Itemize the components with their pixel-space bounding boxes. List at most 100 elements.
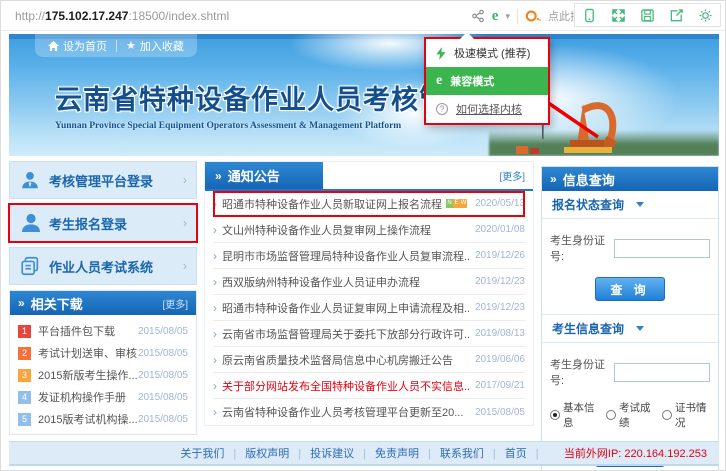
rank-badge: 5	[18, 413, 31, 426]
status-query-button[interactable]: 查 询	[595, 277, 665, 301]
notice-item[interactable]: 昆明市市场监督管理局特种设备作业人员复审流程... 2019/12/26	[213, 243, 525, 269]
share-icon[interactable]	[471, 9, 485, 23]
status-query-form: 考生身份证号: 查 询	[542, 219, 718, 315]
chevron-right-icon: ›	[183, 259, 187, 273]
divider	[517, 9, 518, 24]
download-item[interactable]: 1 平台插件包下载 2015/08/05	[18, 320, 188, 342]
footer-link-disclaimer[interactable]: 免责声明	[375, 445, 440, 461]
add-favorite-link[interactable]: ★ 加入收藏	[126, 38, 184, 54]
notices-tab[interactable]: » 通知公告	[205, 162, 323, 189]
chevron-right-icon: ›	[183, 173, 187, 187]
url-display[interactable]: http://175.102.17.247:18500/index.shtml	[15, 9, 229, 23]
exam-system-icon	[19, 255, 49, 277]
double-arrow-icon: »	[18, 296, 25, 310]
rank-badge: 4	[18, 391, 31, 404]
notices-header: » 通知公告 [更多]	[205, 162, 533, 191]
external-ip-display: 当前外网IP: 220.164.192.253	[564, 445, 707, 461]
notice-item[interactable]: 原云南省质量技术监督局信息中心机房搬迁公告 2019/06/06	[213, 347, 525, 373]
notice-item[interactable]: 西双版纳州特种设备作业人员证申办流程 2019/12/23	[213, 269, 525, 295]
query-panel: » 信息查询 报名状态查询 考生身份证号: 查 询 考生信息查询	[541, 166, 719, 471]
person-icon	[19, 211, 49, 235]
status-query-section-title[interactable]: 报名状态查询	[542, 191, 718, 219]
notices-more-link[interactable]: [更多]	[499, 168, 533, 183]
radio-unchecked-icon	[662, 410, 672, 420]
info-query-section-title[interactable]: 考生信息查询	[542, 315, 718, 343]
info-type-radio-group: 基本信息 考试成绩 证书情况	[550, 400, 710, 430]
chevron-right-icon: ›	[183, 216, 187, 230]
radio-unchecked-icon	[606, 410, 616, 420]
downloads-header: » 相关下载 [更多]	[10, 291, 196, 315]
rank-badge: 1	[18, 325, 31, 338]
status-id-input[interactable]	[614, 239, 710, 258]
downloads-more-link[interactable]: [更多]	[162, 296, 188, 311]
double-arrow-icon: »	[215, 169, 222, 183]
main-content: 考核管理平台登录 › 考生报名登录 › 作业人员考试系统 › »	[9, 161, 719, 471]
settings-gear-icon[interactable]	[691, 4, 720, 26]
set-home-link[interactable]: 设为首页	[48, 38, 107, 54]
login-button-candidate[interactable]: 考生报名登录 ›	[9, 204, 197, 242]
new-badge: NEW	[446, 199, 467, 208]
downloads-title: 相关下载	[31, 294, 83, 313]
ie-icon: e	[436, 73, 442, 89]
menu-item-speed-mode[interactable]: 极速模式 (推荐)	[426, 39, 548, 67]
notice-item[interactable]: 昭通市特种设备作业人员证复审网上申请流程及相... 2019/12/23	[213, 295, 525, 321]
chevron-down-icon	[636, 326, 644, 331]
info-id-input[interactable]	[614, 363, 710, 382]
kernel-mode-icon[interactable]: e	[492, 9, 499, 24]
site-footer: 关于我们 版权声明 投诉建议 免责声明 联系我们 首页 当前外网IP: 220.…	[9, 441, 719, 466]
login-button-exam-system[interactable]: 作业人员考试系统 ›	[9, 247, 197, 285]
footer-link-copyright[interactable]: 版权声明	[245, 445, 310, 461]
downloads-list: 1 平台插件包下载 2015/08/05 2 考试计划送审、审核 ... 201…	[10, 315, 196, 434]
login-button-admin[interactable]: 考核管理平台登录 ›	[9, 161, 197, 199]
app-window: http://175.102.17.247:18500/index.shtml …	[0, 0, 726, 471]
rank-badge: 2	[18, 347, 31, 360]
radio-certificate[interactable]: 证书情况	[662, 400, 710, 430]
radio-basic-info[interactable]: 基本信息	[550, 400, 598, 430]
save-icon[interactable]	[633, 4, 662, 26]
footer-link-contact[interactable]: 联系我们	[440, 445, 505, 461]
footer-link-complaint[interactable]: 投诉建议	[310, 445, 375, 461]
star-icon: ★	[126, 39, 136, 52]
downloads-panel: » 相关下载 [更多] 1 平台插件包下载 2015/08/05 2 考试计划送…	[9, 290, 197, 435]
chevron-down-icon	[636, 202, 644, 207]
download-item[interactable]: 2 考试计划送审、审核 ... 2015/08/05	[18, 342, 188, 364]
query-header: » 信息查询	[542, 167, 718, 191]
notice-item[interactable]: 云南省特种设备作业人员考核管理平台更新至20... 2015/08/05	[213, 399, 525, 425]
footer-link-about[interactable]: 关于我们	[180, 445, 245, 461]
mobile-view-icon[interactable]	[575, 4, 604, 26]
notice-item[interactable]: 关于部分网站发布全国特种设备作业人员不实信息... 2017/09/21	[213, 373, 525, 399]
menu-item-kernel-help[interactable]: ? 如何选择内核	[426, 95, 548, 123]
notices-column: » 通知公告 [更多] 昭通市特种设备作业人员新取证网上报名流程 NEW 202…	[204, 161, 534, 471]
query-title: 信息查询	[563, 170, 615, 189]
rank-badge: 3	[18, 369, 31, 382]
footer-link-home[interactable]: 首页	[505, 445, 548, 461]
radio-exam-score[interactable]: 考试成绩	[606, 400, 654, 430]
fullscreen-icon[interactable]	[604, 4, 633, 26]
download-item[interactable]: 3 2015新版考生操作... 2015/08/05	[18, 364, 188, 386]
page-tools-toolbar	[574, 3, 721, 27]
notices-list: 昭通市特种设备作业人员新取证网上报名流程 NEW 2020/05/13 文山州特…	[205, 191, 533, 425]
id-number-label: 考生身份证号:	[550, 356, 611, 388]
chevron-down-icon[interactable]: ▾	[505, 11, 510, 22]
id-number-label: 考生身份证号:	[550, 232, 611, 264]
notice-item[interactable]: 昭通市特种设备作业人员新取证网上报名流程 NEW 2020/05/13	[213, 191, 525, 217]
person-tie-icon	[19, 169, 49, 191]
left-column: 考核管理平台登录 › 考生报名登录 › 作业人员考试系统 › »	[9, 161, 197, 471]
divider	[116, 40, 117, 52]
menu-item-compat-mode[interactable]: e 兼容模式	[426, 67, 548, 95]
notice-item[interactable]: 云南省市场监督管理局关于委托下放部分行政许可... 2019/08/13	[213, 321, 525, 347]
share-page-icon[interactable]	[662, 4, 691, 26]
notices-panel: » 通知公告 [更多] 昭通市特种设备作业人员新取证网上报名流程 NEW 202…	[204, 161, 534, 426]
help-icon: ?	[436, 103, 448, 115]
site-banner: 设为首页 ★ 加入收藏 云南省特种设备作业人员考核管理平台 Yunnan Pro…	[9, 34, 719, 156]
notice-item[interactable]: 文山州特种设备作业人员复审网上操作流程 2020/01/08	[213, 217, 525, 243]
query-column: » 信息查询 报名状态查询 考生身份证号: 查 询 考生信息查询	[541, 166, 719, 471]
double-arrow-icon: »	[550, 172, 557, 186]
menu-notch	[460, 32, 474, 39]
search-engine-logo-icon[interactable]	[525, 9, 541, 23]
notices-title: 通知公告	[228, 166, 280, 185]
radio-checked-icon	[550, 410, 560, 420]
download-item[interactable]: 5 2015版考试机构操... 2015/08/05	[18, 408, 188, 430]
download-item[interactable]: 4 发证机构操作手册 2015/08/05	[18, 386, 188, 408]
lightning-icon	[436, 47, 446, 60]
